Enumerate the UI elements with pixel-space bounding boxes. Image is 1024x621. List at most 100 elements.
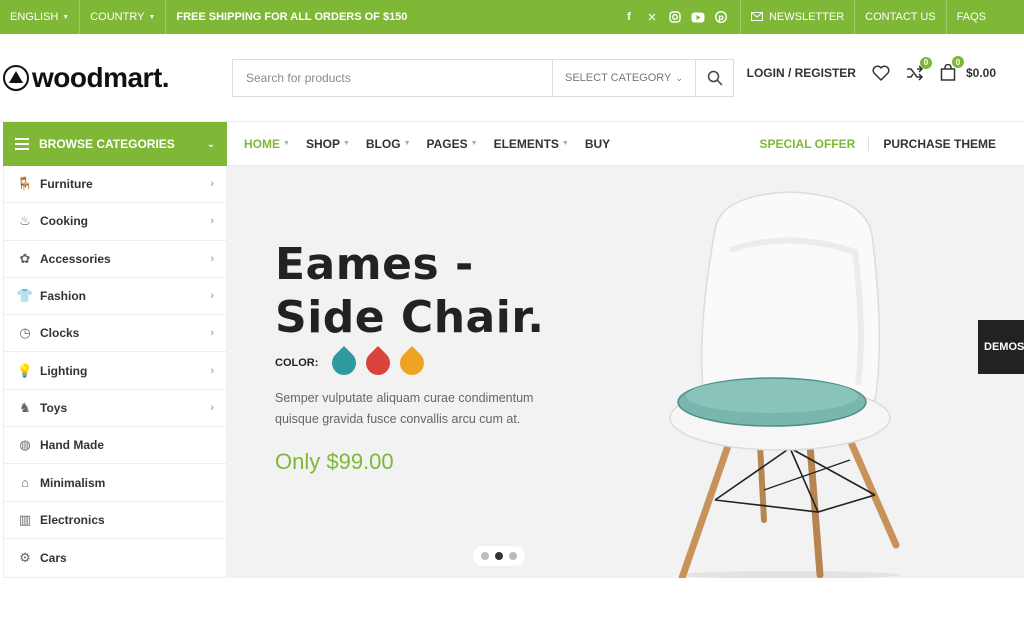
slider-dot-3[interactable] bbox=[509, 552, 517, 560]
nav-item-shop[interactable]: SHOP ▼ bbox=[298, 122, 358, 166]
electronics-icon: ▥ bbox=[18, 511, 32, 527]
chevron-right-icon: › bbox=[210, 364, 214, 377]
chevron-right-icon: › bbox=[210, 215, 214, 228]
hero-slider: Eames - Side Chair. COLOR: Semper vulput… bbox=[227, 166, 1024, 578]
category-item-hand-made[interactable]: ◍ Hand Made bbox=[4, 427, 226, 465]
nav-item-pages[interactable]: PAGES ▼ bbox=[419, 122, 486, 166]
nav-item-elements[interactable]: ELEMENTS ▼ bbox=[486, 122, 577, 166]
login-register-link[interactable]: LOGIN / REGISTER bbox=[747, 66, 856, 80]
hero-title-line-1: Eames - bbox=[275, 239, 474, 290]
search-button[interactable] bbox=[695, 60, 733, 96]
mail-icon bbox=[750, 10, 763, 24]
slider-pagination bbox=[473, 546, 525, 566]
color-swatch-orange[interactable] bbox=[395, 346, 430, 380]
category-item-toys[interactable]: ♞ Toys › bbox=[4, 390, 226, 428]
slider-dot-1[interactable] bbox=[481, 552, 489, 560]
special-offer-link[interactable]: SPECIAL OFFER bbox=[747, 136, 870, 151]
chevron-right-icon: › bbox=[210, 401, 214, 414]
slider-dot-2[interactable] bbox=[495, 552, 503, 560]
logo[interactable]: woodmart. bbox=[3, 62, 170, 94]
svg-text:p: p bbox=[718, 13, 724, 22]
chevron-right-icon: › bbox=[210, 290, 214, 303]
country-selector[interactable]: COUNTRY ▼ bbox=[80, 0, 167, 34]
category-item-furniture[interactable]: 🪑 Furniture › bbox=[4, 166, 226, 204]
heart-icon bbox=[872, 65, 890, 81]
chevron-down-icon: ▼ bbox=[561, 140, 569, 147]
chevron-down-icon: ▼ bbox=[283, 140, 290, 147]
nav-item-blog[interactable]: BLOG ▼ bbox=[358, 122, 419, 166]
color-swatch-teal[interactable] bbox=[327, 346, 362, 380]
chevron-right-icon: › bbox=[210, 252, 214, 265]
youtube-icon[interactable] bbox=[691, 10, 705, 24]
hero-description: Semper vulputate aliquam curae condiment… bbox=[275, 391, 534, 426]
x-icon[interactable]: ✕ bbox=[645, 10, 659, 24]
nav-item-buy[interactable]: BUY bbox=[577, 122, 618, 166]
clock-icon: ◷ bbox=[19, 325, 31, 341]
chevron-down-icon: ⌄ bbox=[675, 72, 683, 83]
color-label: COLOR: bbox=[275, 357, 319, 369]
site-header: woodmart. SELECT CATEGORY ⌄ LOGIN / REGI… bbox=[0, 34, 1024, 122]
shipping-promo: FREE SHIPPING FOR ALL ORDERS OF $150 bbox=[176, 11, 408, 23]
chevron-right-icon: › bbox=[210, 327, 214, 340]
chevron-right-icon: › bbox=[210, 178, 214, 191]
wishlist-button[interactable] bbox=[872, 65, 890, 81]
browse-categories-label: BROWSE CATEGORIES bbox=[39, 137, 175, 151]
chair-image bbox=[669, 191, 900, 578]
logo-tree-icon bbox=[3, 65, 29, 91]
cooking-icon: ♨ bbox=[19, 213, 31, 229]
category-select[interactable]: SELECT CATEGORY ⌄ bbox=[552, 60, 695, 96]
demos-tab[interactable]: DEMOS bbox=[978, 320, 1024, 374]
category-item-electronics[interactable]: ▥ Electronics bbox=[4, 502, 226, 539]
bulb-icon: 💡 bbox=[16, 362, 34, 378]
shirt-icon: 👕 bbox=[16, 288, 34, 304]
compare-button[interactable]: 0 bbox=[906, 56, 932, 81]
facebook-icon[interactable]: f bbox=[622, 10, 636, 24]
category-item-minimalism[interactable]: ⌂ Minimalism bbox=[4, 464, 226, 502]
faqs-link[interactable]: FAQS bbox=[945, 0, 1024, 34]
pinterest-icon[interactable]: p bbox=[714, 10, 728, 24]
chevron-down-icon: ▼ bbox=[403, 140, 411, 147]
minimalism-icon: ⌂ bbox=[21, 475, 29, 491]
social-links: f ✕ p bbox=[610, 0, 741, 34]
language-label: ENGLISH bbox=[10, 11, 59, 23]
category-select-label: SELECT CATEGORY bbox=[565, 72, 672, 84]
category-item-clocks[interactable]: ◷ Clocks › bbox=[4, 315, 226, 353]
categories-menu: 🪑 Furniture › ♨ Cooking › ✿ Accessories … bbox=[3, 166, 227, 578]
chair-icon: 🪑 bbox=[16, 176, 34, 192]
category-item-accessories[interactable]: ✿ Accessories › bbox=[4, 241, 226, 278]
browse-categories-toggle[interactable]: BROWSE CATEGORIES ⌄ bbox=[3, 122, 227, 166]
compare-count-badge: 0 bbox=[919, 56, 932, 69]
country-label: COUNTRY bbox=[90, 11, 145, 23]
chevron-down-icon: ▼ bbox=[342, 140, 350, 147]
chevron-down-icon: ⌄ bbox=[206, 138, 215, 150]
search-input[interactable] bbox=[233, 60, 552, 96]
main-nav: HOME ▼ SHOP ▼ BLOG ▼ PAGES ▼ ELEMENTS ▼ BUY S… bbox=[227, 122, 1024, 166]
contact-link[interactable]: CONTACT US bbox=[854, 0, 946, 34]
cart-total: $0.00 bbox=[965, 65, 996, 80]
accessories-icon: ✿ bbox=[19, 250, 31, 266]
top-bar: ENGLISH ▼ COUNTRY ▼ FREE SHIPPING FOR AL… bbox=[0, 0, 1024, 34]
menu-icon bbox=[15, 138, 29, 150]
purchase-theme-link[interactable]: PURCHASE THEME bbox=[869, 137, 1024, 151]
category-item-lighting[interactable]: 💡 Lighting › bbox=[4, 352, 226, 390]
category-item-fashion[interactable]: 👕 Fashion › bbox=[4, 278, 226, 316]
chevron-down-icon: ▼ bbox=[470, 140, 478, 147]
search-bar: SELECT CATEGORY ⌄ bbox=[232, 59, 734, 97]
chevron-down-icon: ▼ bbox=[62, 13, 70, 21]
nav-item-home[interactable]: HOME ▼ bbox=[227, 122, 298, 166]
category-item-cars[interactable]: ⚙ Cars bbox=[4, 539, 226, 576]
hero-price: Only $99.00 bbox=[275, 449, 394, 474]
logo-text: woodmart. bbox=[32, 62, 170, 93]
cart-count-badge: 0 bbox=[951, 56, 964, 68]
instagram-icon[interactable] bbox=[668, 10, 682, 24]
newsletter-link[interactable]: NEWSLETTER bbox=[741, 0, 854, 34]
language-selector[interactable]: ENGLISH ▼ bbox=[0, 0, 81, 34]
toy-icon: ♞ bbox=[19, 399, 31, 415]
color-swatch-red[interactable] bbox=[361, 346, 396, 380]
chevron-down-icon: ▼ bbox=[148, 13, 156, 21]
cart-button[interactable]: 0 $0.00 bbox=[940, 56, 996, 81]
category-item-cooking[interactable]: ♨ Cooking › bbox=[4, 203, 226, 241]
search-icon bbox=[707, 70, 723, 86]
car-icon: ⚙ bbox=[19, 549, 31, 565]
color-options: COLOR: bbox=[275, 346, 430, 380]
